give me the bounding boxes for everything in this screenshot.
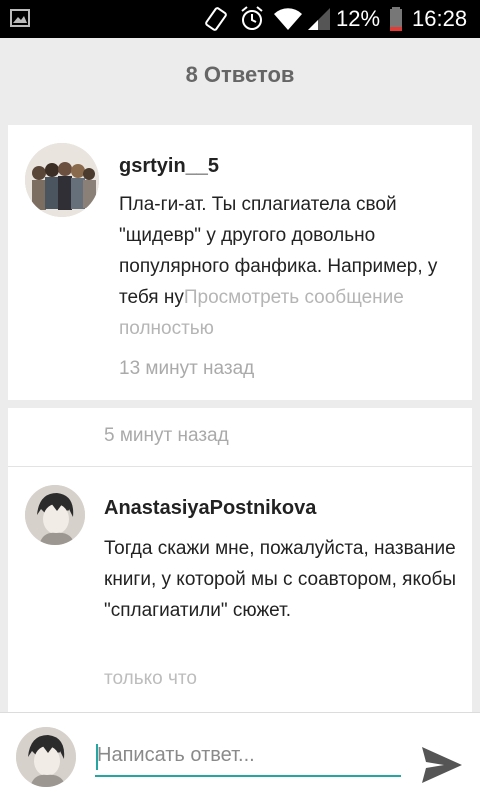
rotate-icon (205, 7, 227, 31)
page-title: 8 Ответов (185, 62, 295, 87)
header: 8 Ответов (0, 38, 480, 112)
my-avatar (16, 727, 76, 787)
reply-input[interactable] (95, 735, 401, 777)
comment-author[interactable]: AnastasiyaPostnikova (104, 497, 316, 520)
alarm-icon (241, 6, 263, 30)
comment-time: 5 минут назад (104, 425, 229, 446)
divider (8, 466, 472, 467)
anime-avatar-icon (25, 485, 85, 545)
clock: 16:28 (412, 6, 468, 31)
signal-icon (308, 8, 330, 30)
status-bar: 12% 16:28 (0, 0, 480, 38)
comment-text: Тогда скажи мне, пожалуйста, название кн… (104, 538, 457, 621)
avatar[interactable] (25, 143, 99, 217)
battery-percent: 12% (336, 6, 381, 31)
comment-thread-card: 5 минут назад AnastasiyaPostnikova Тогда… (8, 408, 472, 712)
reply-composer (0, 712, 480, 801)
send-icon[interactable] (418, 743, 466, 787)
comment-author[interactable]: gsrtyin__5 (119, 155, 219, 178)
image-notification-icon (10, 9, 30, 27)
comment-text: Пла-ги-ат. Ты сплагиатела свой "щидевр" … (119, 189, 467, 344)
text-caret (96, 744, 98, 770)
battery-icon (390, 7, 402, 31)
anime-avatar-icon (16, 727, 76, 787)
group-photo-icon (25, 143, 99, 217)
comment-card[interactable]: gsrtyin__5 Пла-ги-ат. Ты сплагиатела сво… (8, 125, 472, 400)
wifi-icon (274, 8, 302, 31)
comment-time: 13 минут назад (119, 358, 255, 379)
avatar[interactable] (25, 485, 85, 545)
comment-time: только что (104, 668, 197, 689)
